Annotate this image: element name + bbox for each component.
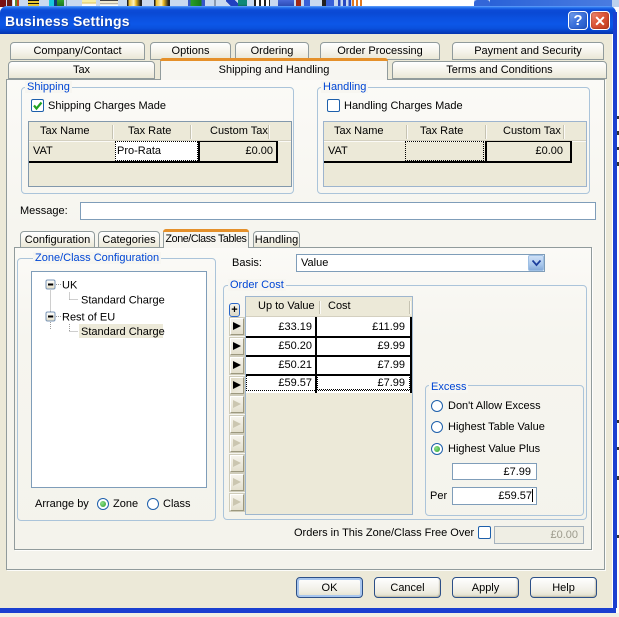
- svg-text:UK: UK: [62, 280, 78, 292]
- svg-text:Standard Charge: Standard Charge: [81, 326, 165, 338]
- svg-text:Standard Charge: Standard Charge: [81, 295, 165, 307]
- svg-text:Rest of EU: Rest of EU: [62, 312, 115, 324]
